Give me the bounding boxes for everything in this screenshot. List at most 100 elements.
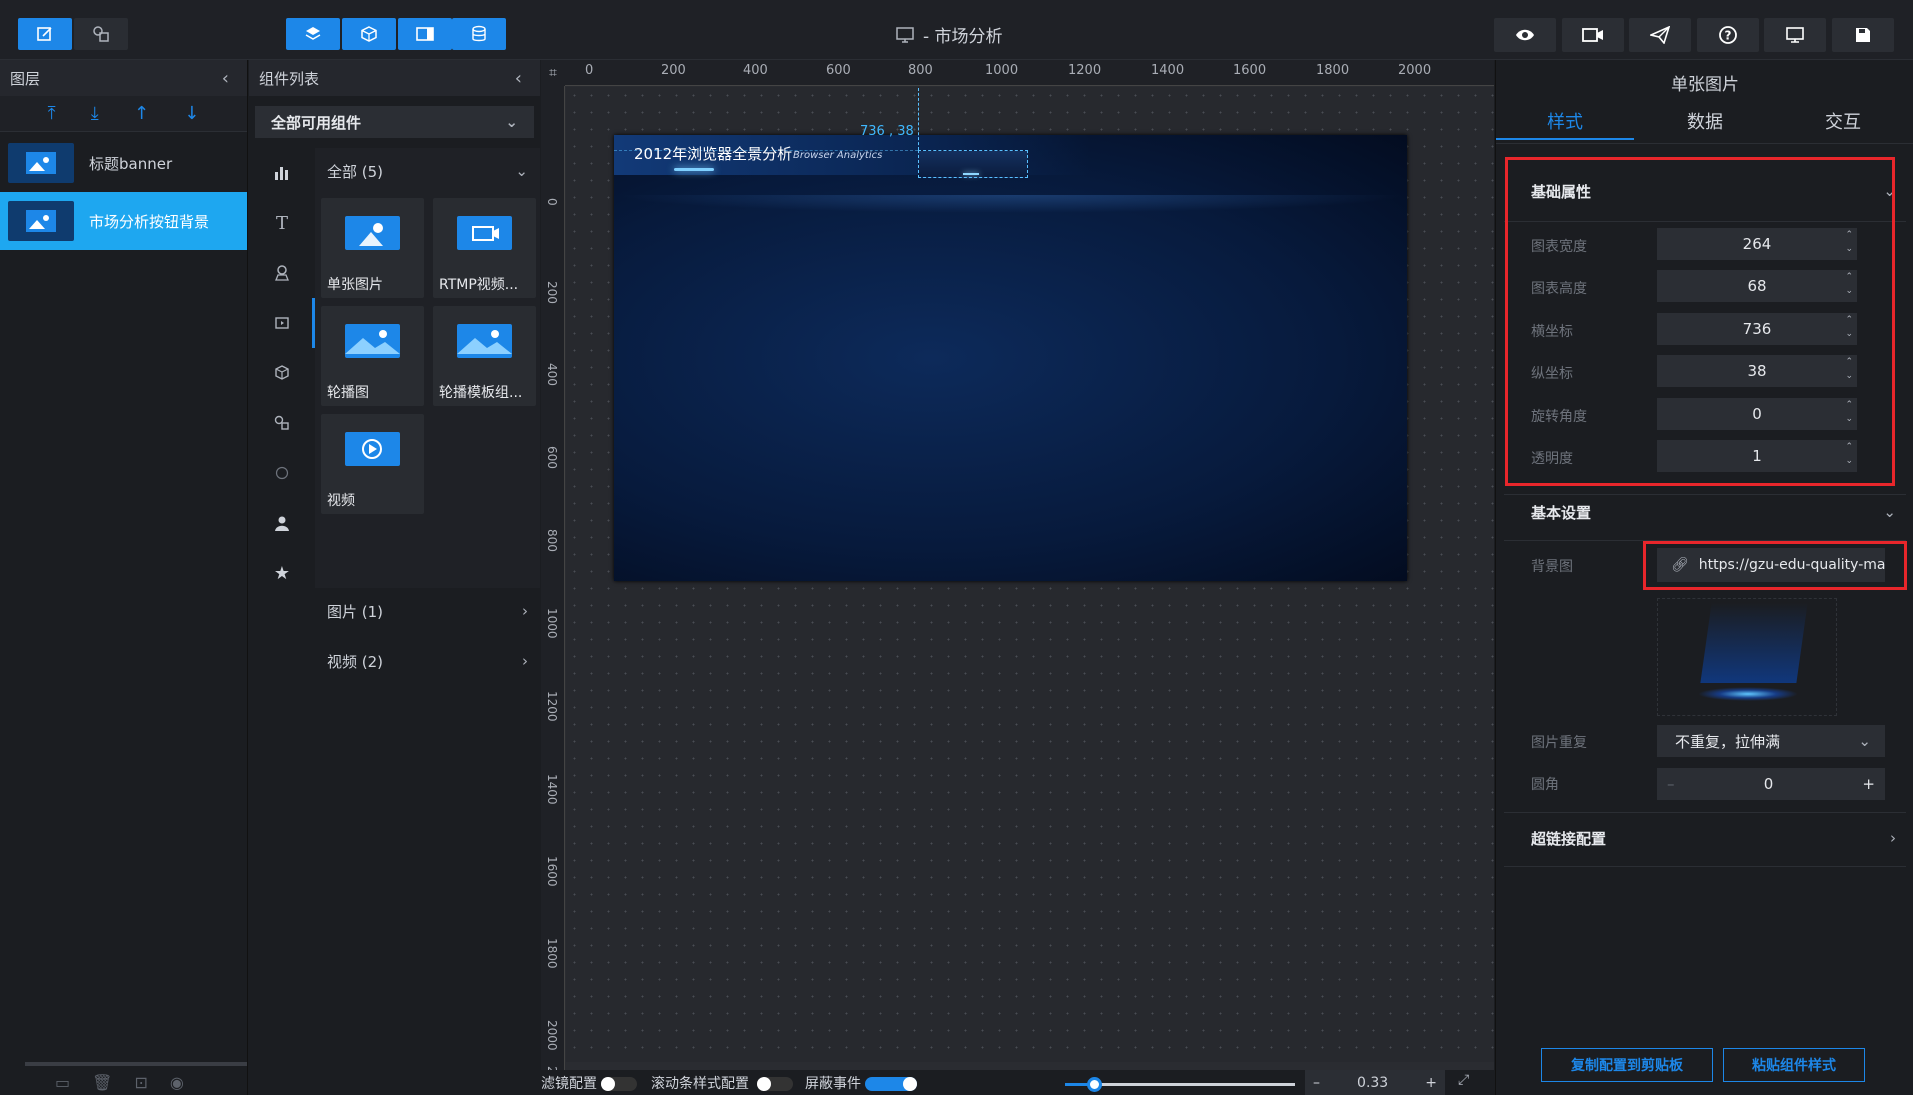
properties-panel: 单张图片 样式 数据 交互 基础属性 ⌄ 图表宽度 264 ⌃ ⌄ 图表高度 68 ⌃… bbox=[1495, 60, 1913, 1095]
hyperlink-config-header[interactable]: 超链接配置 › bbox=[1504, 818, 1906, 858]
3d-category-icon[interactable] bbox=[249, 348, 315, 398]
scrollbar-config-toggle[interactable] bbox=[757, 1077, 793, 1091]
favorite-star-icon[interactable]: ★ bbox=[249, 548, 315, 598]
ruler-horizontal: 0 200 400 600 800 1000 1200 1400 1600 18… bbox=[565, 60, 1494, 86]
collapse-left-icon[interactable]: ‹ bbox=[222, 68, 229, 89]
scrollbar-config-label: 滚动条样式配置 bbox=[651, 1076, 749, 1092]
paste-style-button[interactable]: 粘贴组件样式 bbox=[1723, 1048, 1865, 1082]
copy-config-button[interactable]: 复制配置到剪贴板 bbox=[1541, 1048, 1713, 1082]
database-icon[interactable] bbox=[452, 18, 506, 50]
guide-line-vertical bbox=[918, 88, 919, 150]
chart-category-icon[interactable] bbox=[249, 148, 315, 198]
layer-thumbnail bbox=[8, 201, 74, 241]
carousel-template-icon bbox=[457, 324, 512, 358]
ruler-vertical: 0 200 400 600 800 1000 1200 1400 1600 18… bbox=[541, 86, 565, 1089]
layers-header: 图层 ‹ bbox=[0, 60, 247, 96]
layers-toggle-icon[interactable] bbox=[286, 18, 340, 50]
visibility-icon[interactable]: ◉ bbox=[170, 1073, 184, 1092]
selected-component[interactable] bbox=[918, 150, 1028, 178]
components-panel: 组件列表 ‹ 全部可用组件 ⌄ T ★ 全部 (5) ⌄ 单张图片 RTMP视频… bbox=[249, 60, 540, 1095]
layer-label: 标题banner bbox=[89, 154, 173, 173]
component-card-rtmp-video[interactable]: RTMP视频... bbox=[433, 198, 536, 298]
stage-subtitle: Browser Analytics bbox=[793, 150, 883, 161]
filter-config-toggle[interactable] bbox=[601, 1077, 637, 1091]
image-repeat-select[interactable]: 不重复，拉伸满 ⌄ bbox=[1657, 725, 1885, 757]
basic-settings-label: 基本设置 bbox=[1531, 503, 1592, 522]
layer-item-selected[interactable]: 市场分析按钮背景 bbox=[0, 192, 247, 250]
card-label: 单张图片 bbox=[327, 277, 383, 293]
help-icon[interactable]: ? bbox=[1697, 18, 1759, 52]
chevron-down-icon: ⌄ bbox=[505, 113, 518, 131]
component-card-carousel[interactable]: 轮播图 bbox=[321, 306, 424, 406]
tab-style[interactable]: 样式 bbox=[1496, 108, 1634, 140]
bg-image-preview[interactable] bbox=[1657, 598, 1837, 716]
ruler-tick: 400 bbox=[743, 63, 768, 78]
move-up-icon[interactable]: ↑ bbox=[134, 103, 149, 124]
components-header-label: 组件列表 bbox=[259, 69, 320, 88]
block-events-toggle[interactable] bbox=[865, 1077, 917, 1091]
lock-icon[interactable]: ⊡ bbox=[134, 1073, 147, 1092]
component-card-video[interactable]: 视频 bbox=[321, 414, 424, 514]
ruler-tick: 0 bbox=[585, 63, 594, 78]
ruler-tick: 600 bbox=[545, 446, 559, 469]
publish-send-icon[interactable] bbox=[1629, 18, 1691, 52]
video-record-icon[interactable] bbox=[1562, 18, 1624, 52]
category-images-header[interactable]: 图片 (1) › bbox=[315, 588, 540, 634]
move-to-top-icon[interactable]: ⤒ bbox=[48, 103, 56, 124]
component-category-bar: T ★ bbox=[249, 148, 315, 598]
components-toggle-icon[interactable] bbox=[342, 18, 396, 50]
basic-settings-header[interactable]: 基本设置 ⌄ bbox=[1504, 492, 1906, 532]
zoom-value[interactable]: 0.33 bbox=[1357, 1075, 1388, 1091]
map-category-icon[interactable] bbox=[249, 248, 315, 298]
component-card-single-image[interactable]: 单张图片 bbox=[321, 198, 424, 298]
tabs-divider bbox=[1496, 143, 1913, 144]
ruler-tick: 1600 bbox=[545, 856, 559, 887]
category-all-header[interactable]: 全部 (5) ⌄ bbox=[315, 148, 540, 194]
ruler-corner-icon[interactable]: ⌗ bbox=[541, 60, 565, 86]
radius-label: 圆角 bbox=[1531, 777, 1559, 793]
save-icon[interactable] bbox=[1832, 18, 1894, 52]
zoom-in-icon[interactable]: + bbox=[1425, 1075, 1437, 1091]
folder-icon[interactable]: ▭ bbox=[55, 1073, 70, 1092]
ruler-tick: 800 bbox=[545, 529, 559, 552]
properties-title: 单张图片 bbox=[1671, 75, 1739, 95]
move-to-bottom-icon[interactable]: ⤓ bbox=[91, 103, 99, 124]
move-down-icon[interactable]: ↓ bbox=[184, 103, 199, 124]
layers-scrollbar[interactable] bbox=[25, 1062, 247, 1066]
component-card-carousel-template[interactable]: 轮播模板组... bbox=[433, 306, 536, 406]
panel-toggle-icon[interactable] bbox=[398, 18, 452, 50]
transform-icon[interactable] bbox=[74, 18, 128, 50]
user-category-icon[interactable] bbox=[249, 498, 315, 548]
shape-category-icon[interactable] bbox=[249, 448, 315, 498]
component-filter-select[interactable]: 全部可用组件 ⌄ bbox=[255, 106, 534, 138]
media-category-icon[interactable] bbox=[249, 298, 315, 348]
ruler-tick: 1000 bbox=[985, 63, 1019, 78]
chevron-right-icon: › bbox=[522, 602, 528, 620]
text-category-icon[interactable]: T bbox=[249, 198, 315, 248]
card-label: 轮播模板组... bbox=[439, 385, 523, 401]
zoom-slider-handle[interactable] bbox=[1087, 1077, 1102, 1092]
tab-interaction[interactable]: 交互 bbox=[1774, 108, 1912, 140]
category-videos-header[interactable]: 视频 (2) › bbox=[315, 638, 540, 684]
delete-icon[interactable]: 🗑︎ bbox=[92, 1073, 112, 1092]
chevron-down-icon: ⌄ bbox=[1858, 732, 1871, 750]
component-filter-value: 全部可用组件 bbox=[271, 113, 362, 132]
zoom-out-icon[interactable]: – bbox=[1313, 1075, 1320, 1091]
zoom-slider[interactable] bbox=[1065, 1077, 1295, 1092]
tab-data[interactable]: 数据 bbox=[1636, 108, 1774, 140]
screen-stage[interactable] bbox=[614, 135, 1407, 581]
layer-item[interactable]: 标题banner bbox=[0, 134, 247, 192]
ruler-tick: 1600 bbox=[1233, 63, 1267, 78]
ruler-tick: 2000 bbox=[545, 1020, 559, 1051]
screen-display-icon[interactable] bbox=[1764, 18, 1826, 52]
radius-value[interactable]: 0 bbox=[1764, 775, 1774, 793]
increment-icon[interactable]: + bbox=[1862, 775, 1875, 793]
stage-glow bbox=[614, 195, 1407, 213]
title-text: - 市场分析 bbox=[923, 27, 1003, 47]
decrement-icon[interactable]: – bbox=[1667, 775, 1675, 793]
fit-screen-icon[interactable]: ⤢ bbox=[1458, 1072, 1469, 1088]
preview-eye-icon[interactable] bbox=[1494, 18, 1556, 52]
collapse-left-icon[interactable]: ‹ bbox=[515, 68, 522, 89]
interaction-category-icon[interactable] bbox=[249, 398, 315, 448]
edit-icon[interactable] bbox=[18, 18, 72, 50]
